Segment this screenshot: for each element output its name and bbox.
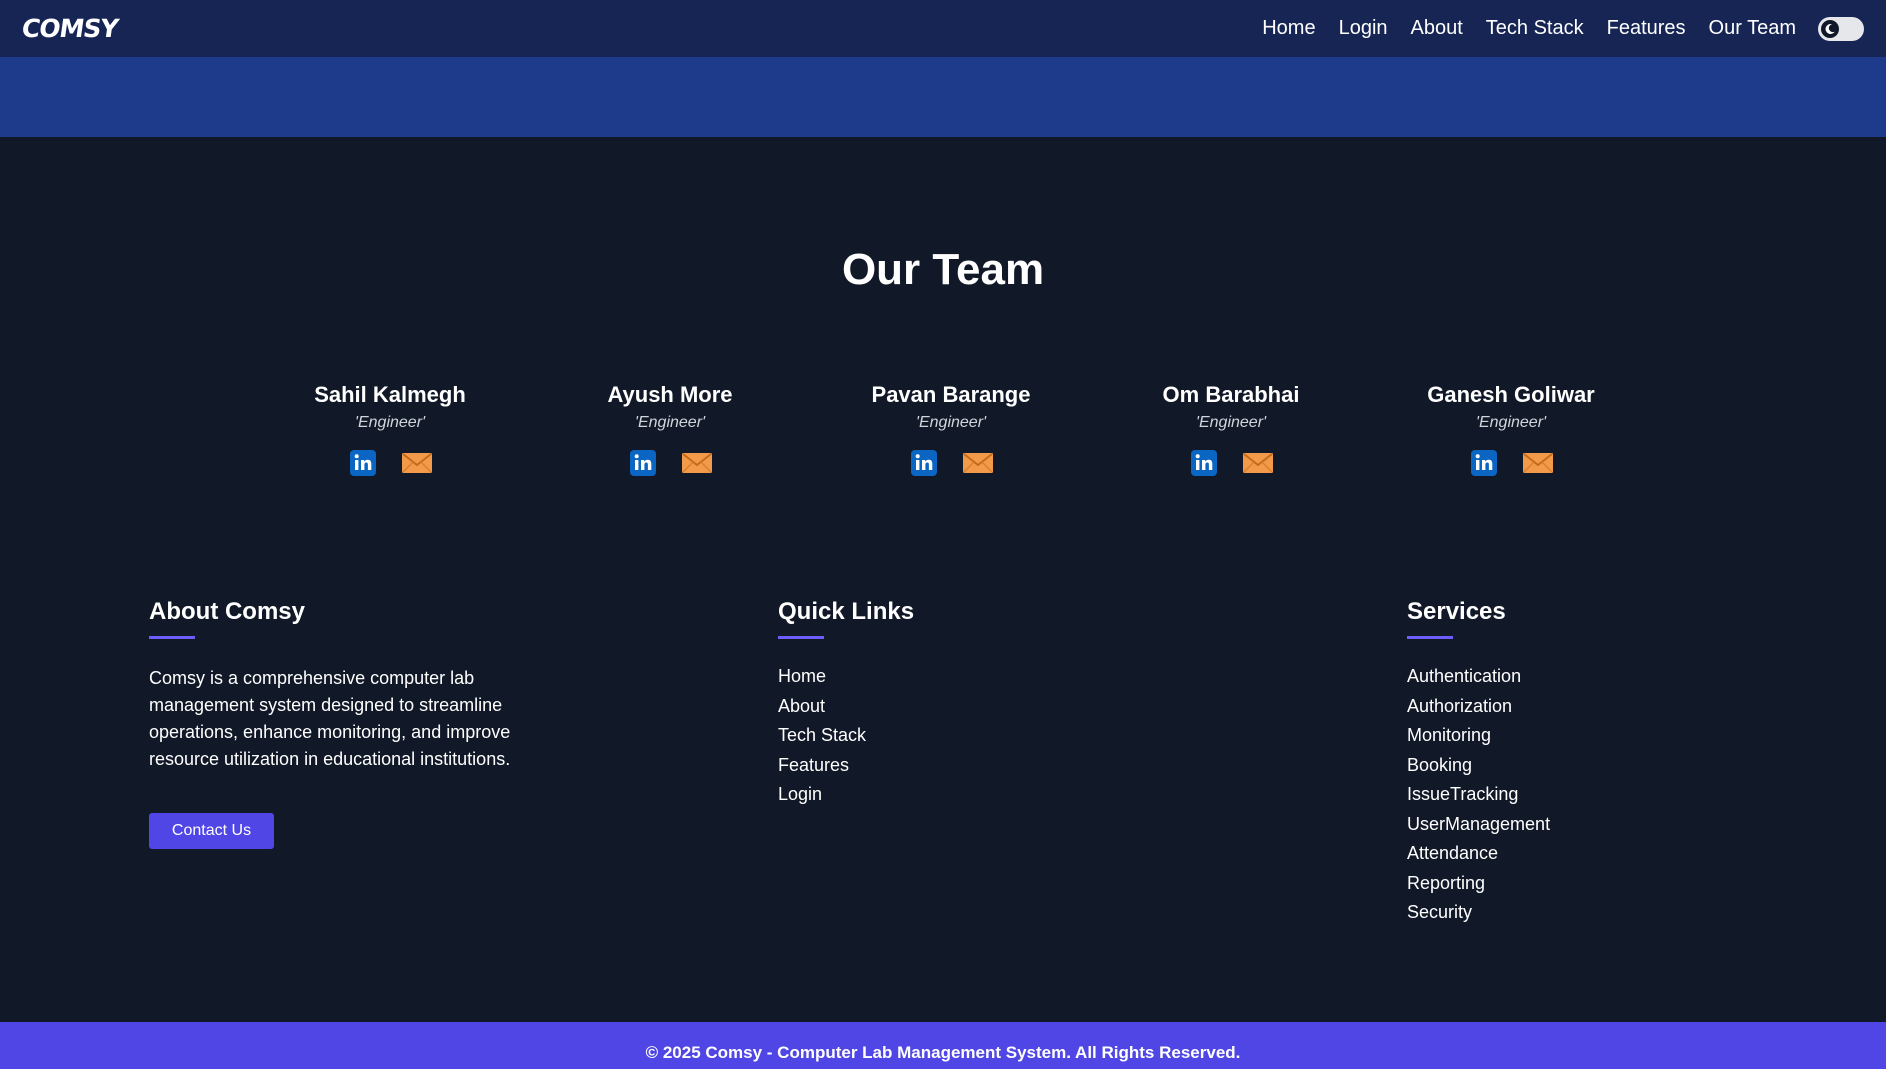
member-name: Sahil Kalmegh: [314, 382, 466, 407]
services-heading: Services: [1407, 598, 1506, 625]
footer-link-features[interactable]: Features: [778, 754, 1078, 784]
service-item[interactable]: Attendance: [1407, 842, 1707, 872]
footer-link-home[interactable]: Home: [778, 665, 1078, 695]
service-item[interactable]: IssueTracking: [1407, 783, 1707, 813]
service-item[interactable]: Authorization: [1407, 695, 1707, 725]
mail-icon[interactable]: [963, 450, 993, 476]
nav-home-link[interactable]: Home: [1262, 17, 1315, 40]
mail-icon[interactable]: [402, 450, 432, 476]
footer-link-about[interactable]: About: [778, 695, 1078, 725]
nav-tech-stack-link[interactable]: Tech Stack: [1486, 17, 1584, 40]
member-social-links: [550, 450, 790, 476]
about-heading: About Comsy: [149, 598, 305, 625]
mail-icon[interactable]: [1243, 450, 1273, 476]
team-title: Our Team: [841, 245, 1045, 294]
member-role: 'Engineer': [1195, 414, 1267, 431]
member-name: Ayush More: [607, 382, 733, 407]
member-name: Om Barabhai: [1162, 382, 1300, 407]
member-name: Ganesh Goliwar: [1427, 382, 1595, 407]
member-role: 'Engineer': [1475, 414, 1547, 431]
nav-menu: Home Login About Tech Stack Features Our…: [1239, 16, 1864, 41]
heading-underline: [149, 636, 195, 639]
linkedin-icon[interactable]: [628, 450, 658, 476]
member-social-links: [270, 450, 510, 476]
member-social-links: [1111, 450, 1351, 476]
linkedin-icon[interactable]: [1469, 450, 1499, 476]
team-grid: Sahil Kalmegh 'Engineer' Ayush More 'Eng…: [0, 382, 1886, 502]
member-role: 'Engineer': [915, 414, 987, 431]
linkedin-icon[interactable]: [348, 450, 378, 476]
footer-link-tech-stack[interactable]: Tech Stack: [778, 724, 1078, 754]
member-role: 'Engineer': [354, 414, 426, 431]
footer-services-column: Services Authentication Authorization Mo…: [1407, 598, 1707, 931]
brand-logo[interactable]: COMSY: [20, 14, 120, 43]
about-description: Comsy is a comprehensive computer lab ma…: [149, 668, 511, 769]
footer-quick-links-column: Quick Links Home About Tech Stack Featur…: [778, 598, 1078, 813]
service-item[interactable]: Reporting: [1407, 872, 1707, 902]
team-member-card: Pavan Barange 'Engineer': [831, 382, 1071, 476]
service-item[interactable]: Authentication: [1407, 665, 1707, 695]
quick-links-heading: Quick Links: [778, 598, 915, 625]
service-item[interactable]: Booking: [1407, 754, 1707, 784]
team-member-card: Ganesh Goliwar 'Engineer': [1391, 382, 1631, 476]
mail-icon[interactable]: [1523, 450, 1553, 476]
mail-icon[interactable]: [682, 450, 712, 476]
service-item[interactable]: UserManagement: [1407, 813, 1707, 843]
heading-underline: [1407, 636, 1453, 639]
heading-underline: [778, 636, 824, 639]
copyright-bar: © 2025 Comsy - Computer Lab Management S…: [0, 1022, 1886, 1069]
moon-icon: [1825, 23, 1835, 34]
quick-links-list: Home About Tech Stack Features Login: [778, 665, 1078, 813]
member-social-links: [1391, 450, 1631, 476]
team-member-card: Ayush More 'Engineer': [550, 382, 790, 476]
services-list: Authentication Authorization Monitoring …: [1407, 665, 1707, 931]
service-item[interactable]: Monitoring: [1407, 724, 1707, 754]
nav-login-link[interactable]: Login: [1339, 17, 1388, 40]
nav-about-link[interactable]: About: [1411, 17, 1463, 40]
linkedin-icon[interactable]: [1189, 450, 1219, 476]
linkedin-icon[interactable]: [909, 450, 939, 476]
theme-toggle[interactable]: [1818, 16, 1864, 41]
nav-our-team-link[interactable]: Our Team: [1709, 17, 1796, 40]
hero-band: [0, 57, 1886, 137]
nav-features-link[interactable]: Features: [1607, 17, 1686, 40]
team-member-card: Om Barabhai 'Engineer': [1111, 382, 1351, 476]
member-name: Pavan Barange: [871, 382, 1031, 407]
service-item[interactable]: Security: [1407, 901, 1707, 931]
toggle-knob: [1821, 19, 1839, 38]
member-role: 'Engineer': [634, 414, 706, 431]
navbar: COMSY Home Login About Tech Stack Featur…: [0, 0, 1886, 57]
team-member-card: Sahil Kalmegh 'Engineer': [270, 382, 510, 476]
contact-us-button[interactable]: Contact Us: [149, 813, 274, 849]
member-social-links: [831, 450, 1071, 476]
footer-link-login[interactable]: Login: [778, 783, 1078, 813]
footer-about-column: About Comsy Comsy is a comprehensive com…: [149, 598, 569, 849]
